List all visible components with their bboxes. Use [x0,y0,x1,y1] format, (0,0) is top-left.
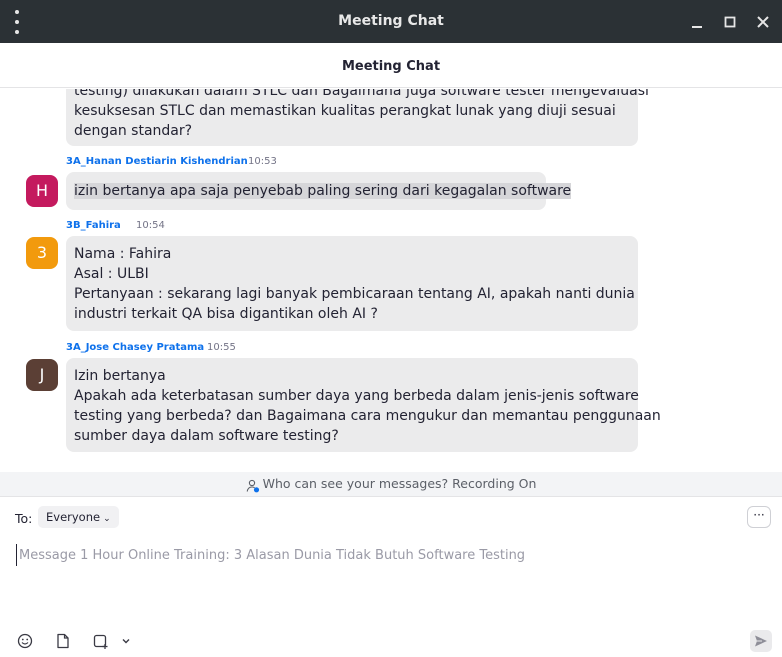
more-options-button[interactable]: ··· [747,506,771,528]
recording-notice[interactable]: Who can see your messages? Recording On [0,472,782,497]
window-title: Meeting Chat [338,13,444,29]
recipient-dropdown[interactable]: Everyone ⌄ [38,506,119,528]
emoji-icon[interactable] [16,632,34,650]
message-bubble: Izin bertanya Apakah ada keterbatasan su… [66,358,661,452]
message-line: testing) dilakukan dalam STLC dan Bagaim… [74,89,649,99]
avatar[interactable]: H [26,175,58,207]
message-bubble: izin bertanya apa saja penyebab paling s… [66,172,572,210]
to-label: To: [15,511,33,526]
chevron-down-icon: ⌄ [103,514,111,524]
message-time: 10:54 [136,220,165,231]
message-line: kesuksesan STLC dan memastikan kualitas … [74,103,616,119]
message-line: Apakah ada keterbatasan sumber daya yang… [74,388,639,404]
message-line: Pertanyaan : sekarang lagi banyak pembic… [74,286,635,302]
message-line: sumber daya dalam software testing? [74,428,339,444]
message-line: testing yang berbeda? dan Bagaimana cara… [74,408,661,424]
message-bubble: Nama : Fahira Asal : ULBI Pertanyaan : s… [66,236,638,331]
close-icon[interactable] [752,11,774,33]
sender-name[interactable]: 3B_Fahira [66,220,121,231]
participant-privacy-icon [246,477,260,492]
message-time: 10:55 [207,342,236,353]
message-line: Nama : Fahira [74,246,172,262]
send-button[interactable] [750,630,772,652]
message-input[interactable] [16,544,756,566]
compose-area: To: Everyone ⌄ ··· [0,498,782,657]
chevron-down-icon[interactable] [119,632,133,650]
screenshot-icon[interactable] [92,632,110,650]
send-icon [755,635,767,647]
avatar[interactable]: 3 [26,237,58,269]
file-icon[interactable] [54,632,72,650]
message-line: Asal : ULBI [74,266,149,282]
recipient-value: Everyone [46,510,101,524]
message-line: dengan standar? [74,123,193,139]
title-bar: Meeting Chat [0,0,782,43]
message-time: 10:53 [248,156,277,167]
recording-notice-text: Who can see your messages? Recording On [262,476,537,491]
minimize-icon[interactable] [686,11,708,33]
sender-name[interactable]: 3A_Hanan Destiarin Kishendrian [66,156,248,167]
message-line: Izin bertanya [74,368,166,384]
maximize-icon[interactable] [719,11,741,33]
chat-header: Meeting Chat [0,43,782,88]
message-bubble: testing) dilakukan dalam STLC dan Bagaim… [66,89,649,146]
message-line: izin bertanya apa saja penyebab paling s… [74,183,572,199]
sender-name[interactable]: 3A_Jose Chasey Pratama [66,342,204,353]
message-list[interactable]: testing) dilakukan dalam STLC dan Bagaim… [0,89,782,472]
message-line: industri terkait QA bisa digantikan oleh… [74,306,378,322]
avatar[interactable]: J [26,359,58,391]
chat-title: Meeting Chat [341,59,441,74]
